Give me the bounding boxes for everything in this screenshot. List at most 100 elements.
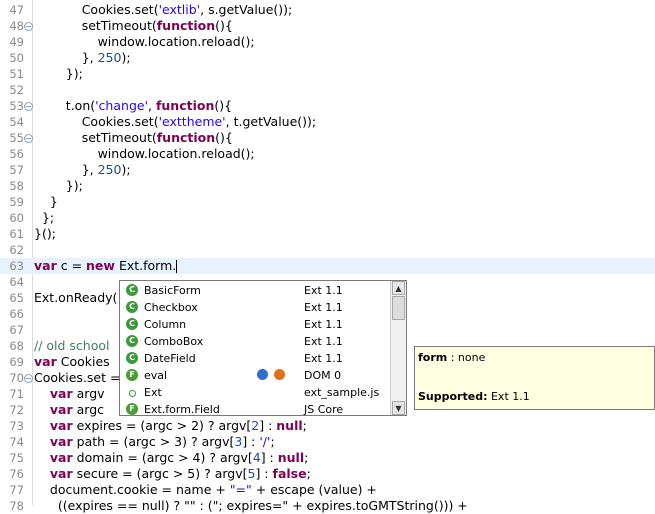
code-line[interactable]: 48− setTimeout(function(){ — [0, 18, 655, 34]
code-token: , — [148, 98, 156, 113]
class-icon: C — [126, 318, 138, 330]
line-number: 70 — [9, 371, 24, 385]
code-line[interactable]: 59 } — [0, 194, 655, 210]
code-token: expires = (argc > 2) ? argv[ — [72, 418, 252, 433]
code-line[interactable]: 73 var expires = (argc > 2) ? argv[2] : … — [0, 418, 655, 434]
code-token: Cookies.set = — [34, 370, 121, 385]
code-text: // old school — [34, 338, 110, 354]
line-number: 52 — [9, 83, 24, 97]
proposal-item[interactable]: C BasicForm Ext 1.1 — [120, 282, 392, 299]
code-line[interactable]: 55− setTimeout(function(){ — [0, 130, 655, 146]
code-text: ((expires == null) ? "" : ("; expires=" … — [34, 498, 468, 514]
code-line[interactable]: 56 window.location.reload(); — [0, 146, 655, 162]
code-line[interactable]: 60 }; — [0, 210, 655, 226]
proposal-item[interactable]: Feval DOM 0 — [120, 367, 392, 384]
code-line[interactable]: 63 var c = new Ext.form. — [0, 258, 655, 274]
code-line[interactable]: 62 — [0, 242, 655, 258]
proposal-item[interactable]: C Column Ext 1.1 — [120, 316, 392, 333]
line-number: 49 — [9, 35, 24, 49]
proposal-name: DateField — [144, 352, 196, 365]
code-text: var expires = (argc > 2) ? argv[2] : nul… — [34, 418, 307, 434]
proposal-source: Ext 1.1 — [304, 318, 343, 331]
fold-toggle-icon[interactable]: − — [24, 102, 33, 111]
code-text: var c = new Ext.form. — [34, 258, 178, 274]
code-token: ; — [270, 434, 275, 449]
proposal-item[interactable]: F Ext.form.Field JS Core — [120, 401, 392, 415]
scroll-thumb[interactable] — [392, 296, 405, 320]
code-line[interactable]: 50 }, 250); — [0, 50, 655, 66]
code-token: ] : — [242, 434, 260, 449]
line-number: 64 — [9, 275, 24, 289]
code-line[interactable]: 76 var secure = (argc > 5) ? argv[5] : f… — [0, 466, 655, 482]
class-icon: C — [126, 284, 138, 296]
proposal-item[interactable]: C ComboBox Ext 1.1 — [120, 333, 392, 350]
line-number: 77 — [9, 483, 24, 497]
code-line[interactable]: 53− t.on('change', function(){ — [0, 98, 655, 114]
code-token: } — [49, 194, 58, 209]
code-token: false — [272, 466, 307, 481]
line-number: 68 — [9, 339, 24, 353]
code-token: Ext.form. — [114, 258, 177, 273]
line-number: 72 — [9, 403, 24, 417]
code-text: Cookies.set = — [34, 370, 120, 386]
line-number: 67 — [9, 323, 24, 337]
proposal-item[interactable]: C DateField Ext 1.1 — [120, 350, 392, 367]
code-line[interactable]: 78 ((expires == null) ? "" : ("; expires… — [0, 498, 655, 514]
code-line[interactable]: 54 Cookies.set('exttheme', t.getValue())… — [0, 114, 655, 130]
code-line[interactable]: 75 var domain = (argc > 4) ? argv[4] : n… — [0, 450, 655, 466]
code-text: t.on('change', function(){ — [34, 98, 232, 114]
code-token: ] : — [259, 418, 277, 433]
tooltip-supported-row: Supported: Ext 1.1 — [418, 390, 530, 403]
code-line[interactable]: 47 Cookies.set('extlib', s.getValue()); — [0, 2, 655, 18]
code-editor[interactable]: 47 Cookies.set('extlib', s.getValue()); 4… — [0, 0, 655, 513]
class-icon: C — [126, 301, 138, 313]
code-token: ; — [304, 450, 309, 465]
code-token: function — [156, 18, 216, 33]
code-line[interactable]: 77 document.cookie = name + "=" + escape… — [0, 482, 655, 498]
proposal-item[interactable]: C Checkbox Ext 1.1 — [120, 299, 392, 316]
line-number: 75 — [9, 451, 24, 465]
fold-toggle-icon[interactable]: − — [24, 134, 33, 143]
code-line[interactable]: 57 }, 250); — [0, 162, 655, 178]
code-token: ] : — [260, 450, 278, 465]
line-number: 51 — [9, 67, 24, 81]
code-line[interactable]: 52 — [0, 82, 655, 98]
code-token: function — [156, 130, 216, 145]
code-line[interactable]: 51 }); — [0, 66, 655, 82]
code-text: setTimeout(function(){ — [34, 18, 233, 34]
code-token: 'extlib' — [158, 2, 201, 17]
line-number: 69 — [9, 355, 24, 369]
proposal-info-tooltip: form : none Supported: Ext 1.1 — [414, 346, 655, 410]
scroll-down-button[interactable]: ▼ — [392, 401, 405, 415]
code-token: }); — [65, 178, 83, 193]
proposal-list[interactable]: C BasicForm Ext 1.1 C Checkbox Ext 1.1 C Column… — [120, 281, 392, 415]
fold-toggle-icon[interactable]: − — [24, 22, 33, 31]
scroll-up-button[interactable]: ▲ — [392, 281, 405, 295]
proposal-scrollbar[interactable]: ▲ ▼ — [390, 281, 406, 415]
line-number: 60 — [9, 211, 24, 225]
content-assist-popup[interactable]: C BasicForm Ext 1.1 C Checkbox Ext 1.1 C Column… — [119, 280, 407, 416]
code-line[interactable]: 74 var path = (argc > 3) ? argv[3] : '/'… — [0, 434, 655, 450]
code-token: (){ — [214, 98, 233, 113]
code-token: Cookies.set( — [81, 114, 159, 129]
proposal-name: eval — [144, 369, 168, 382]
code-line[interactable]: 58 }); — [0, 178, 655, 194]
proposal-item[interactable]: Ext ext_sample.js — [120, 384, 392, 401]
fold-toggle-icon[interactable]: − — [24, 374, 33, 383]
code-token: function — [155, 98, 215, 113]
code-line[interactable]: 49 window.location.reload(); — [0, 34, 655, 50]
code-text: }); — [34, 178, 83, 194]
code-token: '/' — [259, 434, 271, 449]
code-text: }, 250); — [34, 162, 131, 178]
field-icon — [129, 390, 136, 397]
line-number: 53 — [9, 99, 24, 113]
code-token: window.location.reload(); — [97, 146, 255, 161]
code-token: ; — [306, 466, 311, 481]
code-line[interactable]: 61}(); — [0, 226, 655, 242]
